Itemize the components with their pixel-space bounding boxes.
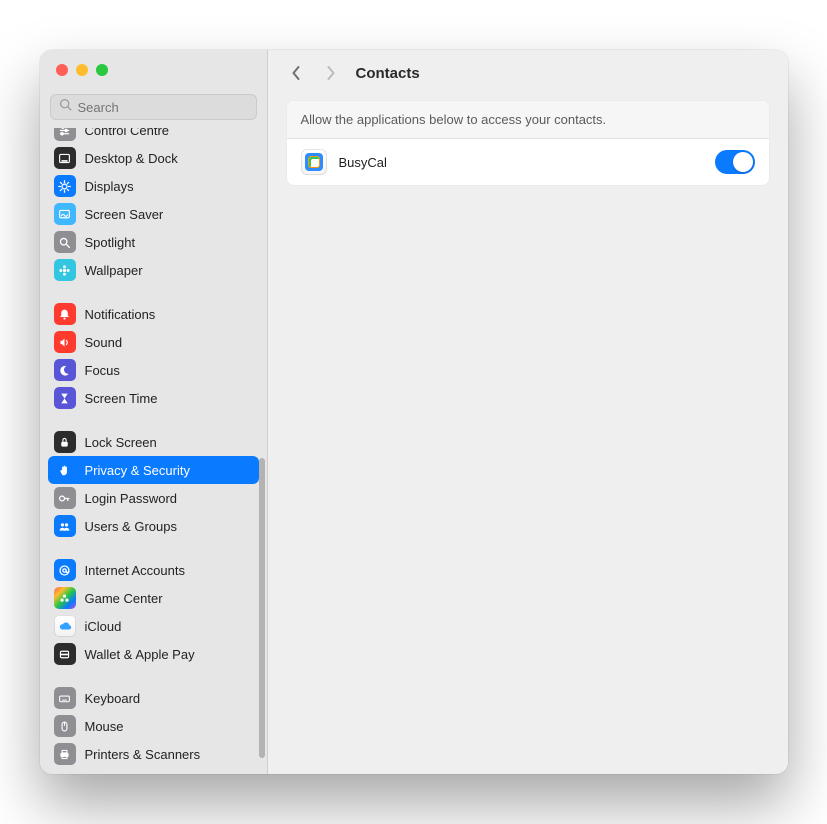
keyboard-icon — [54, 687, 76, 709]
search-icon — [59, 98, 72, 116]
sidebar-item-game-center[interactable]: Game Center — [48, 584, 259, 612]
sidebar-item-label: Focus — [85, 363, 120, 378]
content-area: Allow the applications below to access y… — [268, 96, 788, 204]
sidebar-item-wallet-apple-pay[interactable]: Wallet & Apple Pay — [48, 640, 259, 668]
page-title: Contacts — [354, 65, 420, 82]
close-window-button[interactable] — [56, 64, 68, 76]
search-input[interactable] — [78, 100, 254, 115]
sidebar-item-label: Wallpaper — [85, 263, 143, 278]
sidebar-item-label: Desktop & Dock — [85, 151, 178, 166]
app-icon — [301, 149, 327, 175]
people-icon — [54, 515, 76, 537]
contacts-permission-panel: Allow the applications below to access y… — [286, 100, 770, 186]
app-name-label: BusyCal — [339, 155, 703, 170]
sidebar-item-label: Game Center — [85, 591, 163, 606]
system-settings-window: Control Centre Desktop & Dock Displays Scre… — [40, 50, 788, 774]
printer-icon — [54, 743, 76, 765]
minimize-window-button[interactable] — [76, 64, 88, 76]
sidebar-item-lock-screen[interactable]: Lock Screen — [48, 428, 259, 456]
sidebar-item-label: Spotlight — [85, 235, 136, 250]
permission-toggle[interactable] — [715, 150, 755, 174]
hourglass-icon — [54, 387, 76, 409]
sidebar-item-label: Privacy & Security — [85, 463, 190, 478]
sidebar-item-screen-saver[interactable]: Screen Saver — [48, 200, 259, 228]
sidebar-item-label: Control Centre — [85, 128, 170, 138]
sidebar-item-wallpaper[interactable]: Wallpaper — [48, 256, 259, 284]
cloud-icon — [54, 615, 76, 637]
sidebar-item-printers-scanners[interactable]: Printers & Scanners — [48, 740, 259, 768]
speaker-icon — [54, 331, 76, 353]
sidebar-item-label: Printers & Scanners — [85, 747, 201, 762]
game-icon — [54, 587, 76, 609]
main-content: Contacts Allow the applications below to… — [268, 50, 788, 774]
bell-icon — [54, 303, 76, 325]
sidebar-item-control-centre[interactable]: Control Centre — [48, 128, 259, 144]
sidebar-item-label: Displays — [85, 179, 134, 194]
sidebar-item-spotlight[interactable]: Spotlight — [48, 228, 259, 256]
search-icon — [54, 231, 76, 253]
moon-icon — [54, 359, 76, 381]
mouse-icon — [54, 715, 76, 737]
sidebar: Control Centre Desktop & Dock Displays Scre… — [40, 50, 268, 774]
sidebar-item-sound[interactable]: Sound — [48, 328, 259, 356]
sidebar-item-internet-accounts[interactable]: Internet Accounts — [48, 556, 259, 584]
sidebar-item-desktop-dock[interactable]: Desktop & Dock — [48, 144, 259, 172]
sidebar-item-label: Wallet & Apple Pay — [85, 647, 195, 662]
sidebar-item-label: Keyboard — [85, 691, 141, 706]
screensaver-icon — [54, 203, 76, 225]
sidebar-item-screen-time[interactable]: Screen Time — [48, 384, 259, 412]
forward-button[interactable] — [320, 60, 342, 86]
sidebar-item-label: Screen Time — [85, 391, 158, 406]
sidebar-item-login-password[interactable]: Login Password — [48, 484, 259, 512]
sidebar-item-privacy-security[interactable]: Privacy & Security — [48, 456, 259, 484]
panel-description: Allow the applications below to access y… — [287, 101, 769, 139]
window-controls — [40, 50, 267, 90]
zoom-window-button[interactable] — [96, 64, 108, 76]
search-container — [40, 90, 267, 128]
sidebar-item-keyboard[interactable]: Keyboard — [48, 684, 259, 712]
at-icon — [54, 559, 76, 581]
dock-icon — [54, 147, 76, 169]
sidebar-item-label: Notifications — [85, 307, 156, 322]
sidebar-item-label: Users & Groups — [85, 519, 177, 534]
back-button[interactable] — [286, 60, 308, 86]
scrollbar-thumb[interactable] — [259, 458, 265, 758]
sidebar-item-label: Login Password — [85, 491, 178, 506]
sidebar-item-notifications[interactable]: Notifications — [48, 300, 259, 328]
sidebar-item-label: Sound — [85, 335, 123, 350]
lock-icon — [54, 431, 76, 453]
sidebar-item-label: Internet Accounts — [85, 563, 185, 578]
sidebar-item-users-groups[interactable]: Users & Groups — [48, 512, 259, 540]
sidebar-item-label: Screen Saver — [85, 207, 164, 222]
titlebar: Contacts — [268, 50, 788, 96]
sidebar-scroll[interactable]: Control Centre Desktop & Dock Displays Scre… — [40, 128, 267, 774]
sliders-icon — [54, 128, 76, 141]
hand-icon — [54, 459, 76, 481]
sidebar-item-icloud[interactable]: iCloud — [48, 612, 259, 640]
sidebar-item-label: Lock Screen — [85, 435, 157, 450]
sidebar-item-label: iCloud — [85, 619, 122, 634]
sidebar-item-label: Mouse — [85, 719, 124, 734]
sidebar-item-displays[interactable]: Displays — [48, 172, 259, 200]
wallet-icon — [54, 643, 76, 665]
sun-icon — [54, 175, 76, 197]
flower-icon — [54, 259, 76, 281]
search-field[interactable] — [50, 94, 257, 120]
sidebar-item-mouse[interactable]: Mouse — [48, 712, 259, 740]
app-row: BusyCal — [287, 139, 769, 185]
key-icon — [54, 487, 76, 509]
sidebar-item-focus[interactable]: Focus — [48, 356, 259, 384]
